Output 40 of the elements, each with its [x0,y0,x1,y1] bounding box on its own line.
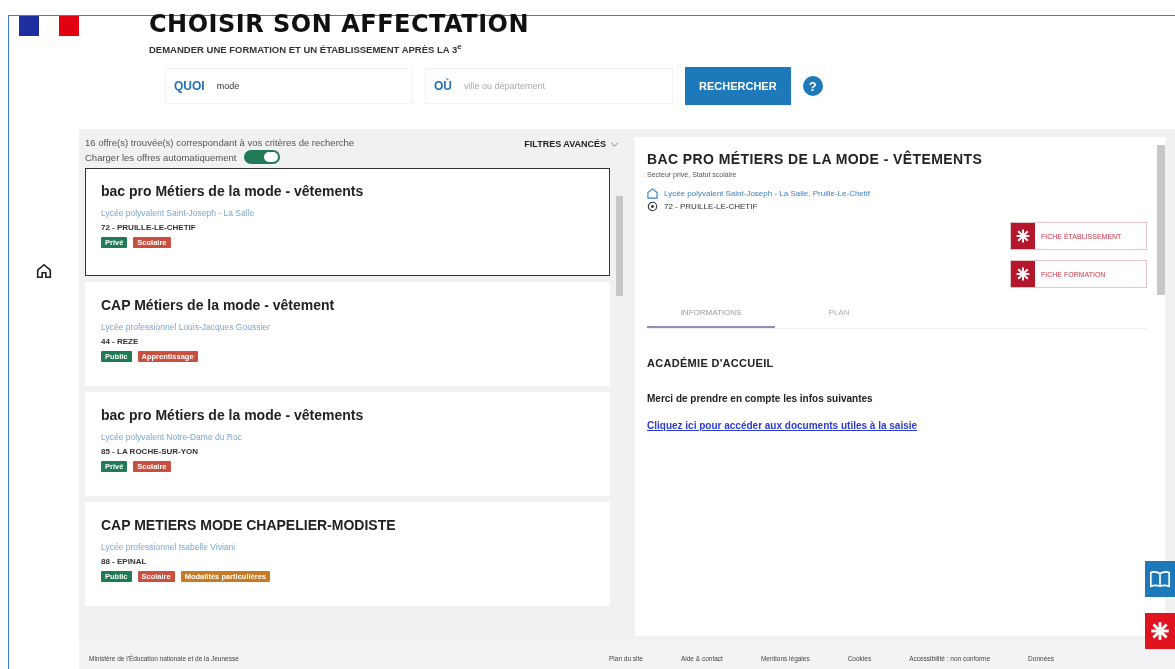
offer-title: bac pro Métiers de la mode - vêtements [101,407,365,423]
results-count: 16 offre(s) trouvée(s) correspondant à vos critères de recherche [85,137,355,148]
offer-title: CAP Métiers de la mode - vêtement [101,297,336,313]
book-button[interactable] [1145,561,1175,597]
documents-link[interactable]: Cliquez ici pour accéder aux documents utiles à la saisie [647,420,1147,431]
where-field[interactable]: OÙ ville ou département [425,68,673,105]
asterisk-logo-icon [1015,228,1031,244]
location-icon [647,201,658,212]
school-name: Lycée professionnel Isabelle Viviani [101,542,237,552]
offer-location: 85 - LA ROCHE-SUR-YON [101,447,200,456]
school-name: Lycée professionnel Louis-Jacques Goussier [101,322,271,332]
scrollbar[interactable] [1157,145,1165,295]
asterisk-logo-icon [1149,620,1171,642]
asterisk-logo-icon [1015,266,1031,282]
help-button[interactable]: ? [802,76,823,97]
info-text: Merci de prendre en compte les infos suivantes [647,393,874,404]
offer-title: bac pro Métiers de la mode - vêtements [101,183,365,199]
flag-logo [19,16,79,36]
auto-load-toggle[interactable] [244,150,281,164]
school-name: Lycée polyvalent Notre-Dame du Roc [101,432,243,442]
school-icon [647,188,658,199]
what-field[interactable]: QUOI mode [165,68,413,105]
auto-load-label: Charger les offres automatiquement [85,151,237,163]
school-name: Lycée polyvalent Saint-Joseph - La Salle [101,208,256,218]
detail-location: 72 - PRUILLE-LE-CHETIF [664,202,758,211]
chevron-down-icon [610,141,619,147]
offer-title: CAP METIERS MODE CHAPELIER-MODISTE [101,517,397,533]
page-subtitle: DEMANDER UNE FORMATION ET UN ÉTABLISSEMENT APRÈS LA 3$^{e}$ [149,42,463,56]
school-link[interactable]: Lycée polyvalent Saint-Joseph - La Salle, Pruille-Le-Chetif [664,189,871,198]
advanced-filters-button[interactable]: FILTRES AVANCÉS [524,137,619,151]
offer-location: 72 - PRUILLE-LE-CHETIF [101,223,197,232]
offer-location: 44 - REZE [101,337,140,346]
section-title: ACADÉMIE D'ACCUEIL [647,357,775,369]
detail-title: BAC PRO MÉTIERS DE LA MODE - VÊTEMENTS [647,151,984,167]
book-icon [1149,568,1171,590]
offer-location: 88 - EPINAL [101,557,148,566]
search-button[interactable]: RECHERCHER [685,67,791,106]
home-icon[interactable] [35,261,53,280]
page-title: CHOISIR SON AFFECTATION [149,10,531,38]
logo-button[interactable] [1145,613,1175,649]
